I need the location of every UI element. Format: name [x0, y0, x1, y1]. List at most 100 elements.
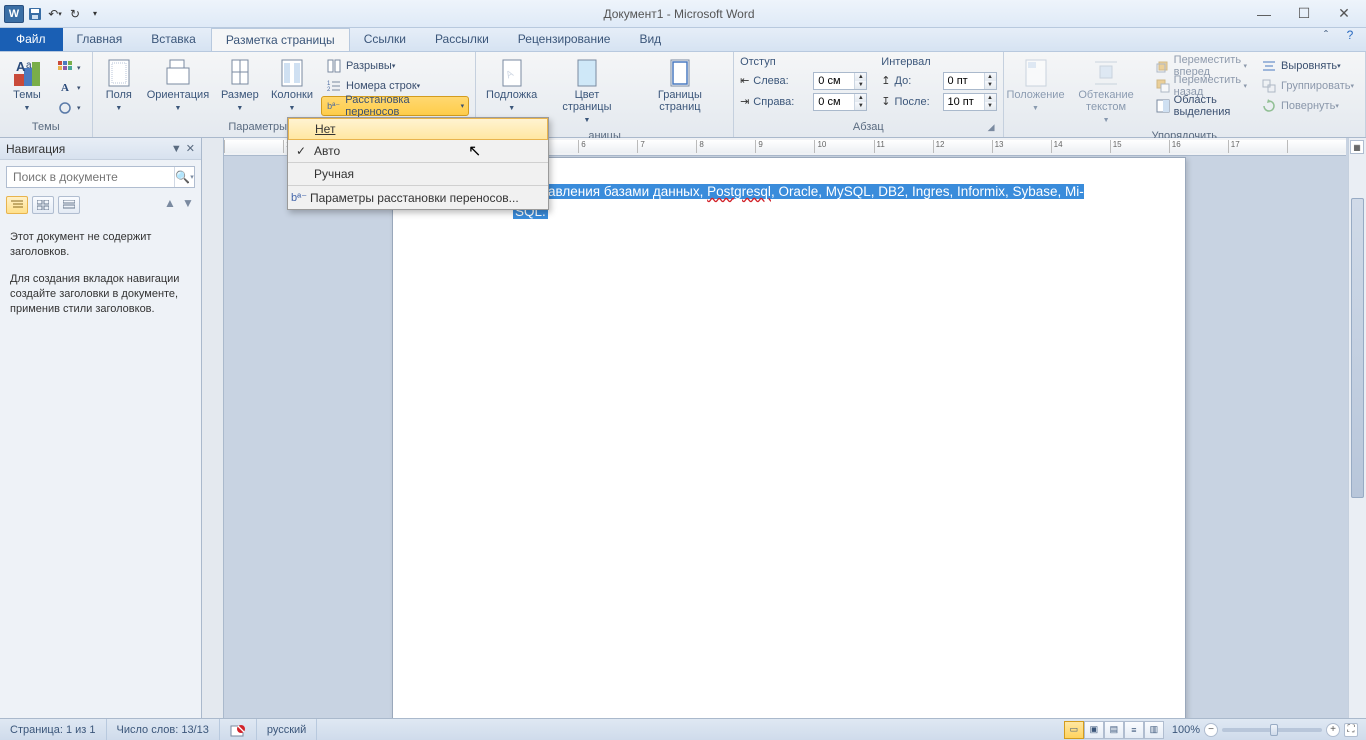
paragraph-dialog-launcher[interactable]: ◢ [988, 122, 995, 133]
page[interactable]: ы управления базами данных, Postgresql, … [392, 157, 1186, 718]
page-borders-button[interactable]: Границы страниц [633, 54, 727, 116]
view-outline[interactable]: ≡ [1124, 721, 1144, 739]
help-icon[interactable]: ? [1342, 28, 1358, 51]
columns-button[interactable]: Колонки▼ [267, 54, 317, 118]
maximize-button[interactable]: ☐ [1290, 4, 1318, 24]
zoom-in[interactable]: + [1326, 723, 1340, 737]
align-button[interactable]: Выровнять ▾ [1256, 56, 1359, 76]
vertical-scrollbar[interactable]: ▦ [1348, 138, 1366, 718]
position-button[interactable]: Положение▼ [1010, 54, 1062, 118]
margins-icon [103, 57, 135, 89]
svg-text:a: a [26, 60, 32, 71]
line-numbers-button[interactable]: 12Номера строк ▾ [321, 76, 469, 96]
status-words[interactable]: Число слов: 13/13 [107, 719, 220, 740]
minimize-ribbon-icon[interactable]: ˆ [1318, 28, 1334, 51]
spin-down[interactable]: ▼ [855, 81, 866, 89]
view-print-layout[interactable]: ▭ [1064, 721, 1084, 739]
nav-search[interactable]: 🔍▾ [6, 166, 195, 188]
themes-button[interactable]: Aa Темы▼ [6, 54, 48, 118]
tab-view[interactable]: Вид [625, 28, 676, 51]
navpane-dropdown[interactable]: ▼ [171, 143, 182, 155]
size-button[interactable]: Размер▼ [217, 54, 263, 118]
size-label: Размер [221, 89, 259, 101]
hyphenation-button[interactable]: bª⁻Расстановка переносов ▾ [321, 96, 469, 116]
hyphenation-auto[interactable]: ✓Авто [288, 140, 548, 163]
status-language[interactable]: русский [257, 719, 317, 740]
zoom-out[interactable]: − [1204, 723, 1218, 737]
watermark-button[interactable]: AПодложка▼ [482, 54, 541, 118]
tab-insert[interactable]: Вставка [137, 28, 211, 51]
group-icon [1261, 78, 1277, 94]
check-icon: ✓ [288, 144, 314, 158]
zoom-slider[interactable] [1222, 728, 1322, 732]
nav-next[interactable]: ▼ [181, 196, 195, 214]
nav-prev[interactable]: ▲ [163, 196, 177, 214]
document-text[interactable]: ы управления базами данных, Postgresql, … [513, 182, 1125, 222]
theme-fonts-button[interactable]: A▾ [52, 78, 86, 98]
spin-down[interactable]: ▼ [985, 81, 996, 89]
qat-customize-icon[interactable]: ▾ [86, 5, 104, 23]
tab-review[interactable]: Рецензирование [504, 28, 626, 51]
minimize-button[interactable]: — [1250, 4, 1278, 24]
nav-tab-pages[interactable] [32, 196, 54, 214]
spin-up[interactable]: ▲ [855, 73, 866, 81]
space-before-input[interactable]: ▲▼ [943, 72, 997, 90]
save-icon[interactable] [26, 5, 44, 23]
tab-file[interactable]: Файл [0, 28, 63, 51]
breaks-icon [326, 58, 342, 74]
tab-home[interactable]: Главная [63, 28, 138, 51]
spin-up[interactable]: ▲ [855, 94, 866, 102]
redo-icon[interactable]: ↻ [66, 5, 84, 23]
spin-up[interactable]: ▲ [985, 94, 996, 102]
scroll-thumb[interactable] [1351, 198, 1364, 498]
breaks-button[interactable]: Разрывы ▾ [321, 56, 469, 76]
send-backward-button[interactable]: Переместить назад ▾ [1151, 76, 1252, 96]
group-button[interactable]: Группировать ▾ [1256, 76, 1359, 96]
page-color-button[interactable]: Цвет страницы▼ [545, 54, 628, 130]
word-logo-icon[interactable]: W [4, 5, 24, 23]
nav-search-input[interactable] [7, 167, 174, 187]
zoom-value[interactable]: 100% [1172, 724, 1200, 736]
spin-up[interactable]: ▲ [985, 73, 996, 81]
bring-forward-button[interactable]: Переместить вперед ▾ [1151, 56, 1252, 76]
view-web[interactable]: ▤ [1104, 721, 1124, 739]
hyphenation-none[interactable]: Нет [288, 118, 548, 140]
nav-tab-headings[interactable] [6, 196, 28, 214]
spin-down[interactable]: ▼ [985, 102, 996, 110]
watermark-icon: A [496, 57, 528, 89]
search-icon[interactable]: 🔍▾ [174, 167, 194, 187]
hyphenation-manual[interactable]: Ручная [288, 163, 548, 186]
nav-tab-results[interactable] [58, 196, 80, 214]
undo-icon[interactable]: ↶▾ [46, 5, 64, 23]
tab-page-layout[interactable]: Разметка страницы [211, 28, 350, 51]
vertical-ruler[interactable] [202, 138, 224, 718]
window-title: Документ1 - Microsoft Word [108, 7, 1250, 21]
zoom-fit[interactable]: ⛶ [1344, 723, 1358, 737]
view-buttons: ▭ ▣ ▤ ≡ ▥ [1064, 721, 1164, 739]
rotate-button[interactable]: Повернуть ▾ [1256, 96, 1359, 116]
view-fullscreen[interactable]: ▣ [1084, 721, 1104, 739]
pagecolor-icon [571, 57, 603, 89]
status-page[interactable]: Страница: 1 из 1 [0, 719, 107, 740]
close-button[interactable]: ✕ [1330, 4, 1358, 24]
orientation-button[interactable]: Ориентация▼ [143, 54, 213, 118]
hyphenation-options[interactable]: bª⁻Параметры расстановки переносов... [288, 186, 548, 209]
zoom-knob[interactable] [1270, 724, 1278, 736]
ruler-toggle[interactable]: ▦ [1350, 140, 1364, 154]
spin-down[interactable]: ▼ [855, 102, 866, 110]
navpane-close[interactable]: ✕ [186, 142, 195, 155]
space-after-input[interactable]: ▲▼ [943, 93, 997, 111]
margins-button[interactable]: Поля▼ [99, 54, 140, 118]
indent-left-input[interactable]: ▲▼ [813, 72, 867, 90]
tab-mailings[interactable]: Рассылки [421, 28, 504, 51]
view-draft[interactable]: ▥ [1144, 721, 1164, 739]
wrap-text-button[interactable]: Обтекание текстом▼ [1066, 54, 1147, 130]
tab-references[interactable]: Ссылки [350, 28, 421, 51]
selection-pane-button[interactable]: Область выделения [1151, 96, 1252, 116]
columns-label: Колонки [271, 89, 313, 101]
indent-right-input[interactable]: ▲▼ [813, 93, 867, 111]
zoom-controls: 100% − + ⛶ [1164, 723, 1366, 737]
theme-effects-button[interactable]: ▾ [52, 98, 86, 118]
theme-colors-button[interactable]: ▾ [52, 58, 86, 78]
status-proofing[interactable] [220, 719, 257, 740]
